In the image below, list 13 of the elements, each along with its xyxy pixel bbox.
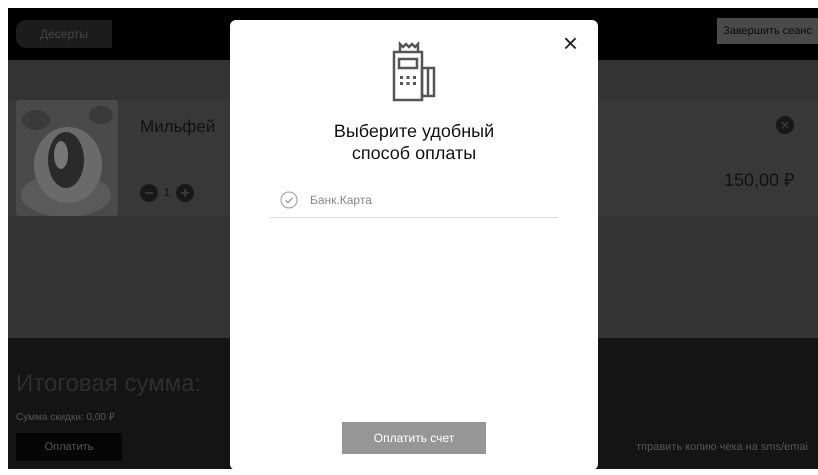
discount-text: Сумма скидки: 0,00 ₽ (16, 411, 116, 425)
plus-icon[interactable] (176, 184, 194, 202)
pay-button[interactable]: Оплатить (16, 433, 122, 461)
close-button[interactable]: × (562, 30, 578, 56)
minus-icon[interactable] (140, 184, 158, 202)
send-receipt-link[interactable]: тправить копию чека на sms/emai (636, 438, 810, 456)
pay-invoice-button[interactable]: Оплатить счет (342, 422, 486, 454)
remove-icon[interactable] (776, 116, 794, 134)
dialog-title: Выберите удобный способ оплаты (332, 120, 496, 164)
check-icon (280, 190, 298, 208)
payment-method[interactable]: Банк.Карта (270, 182, 558, 218)
end-session-button[interactable]: Завершить сеанс (717, 18, 818, 44)
payment-terminal-icon (390, 38, 438, 102)
